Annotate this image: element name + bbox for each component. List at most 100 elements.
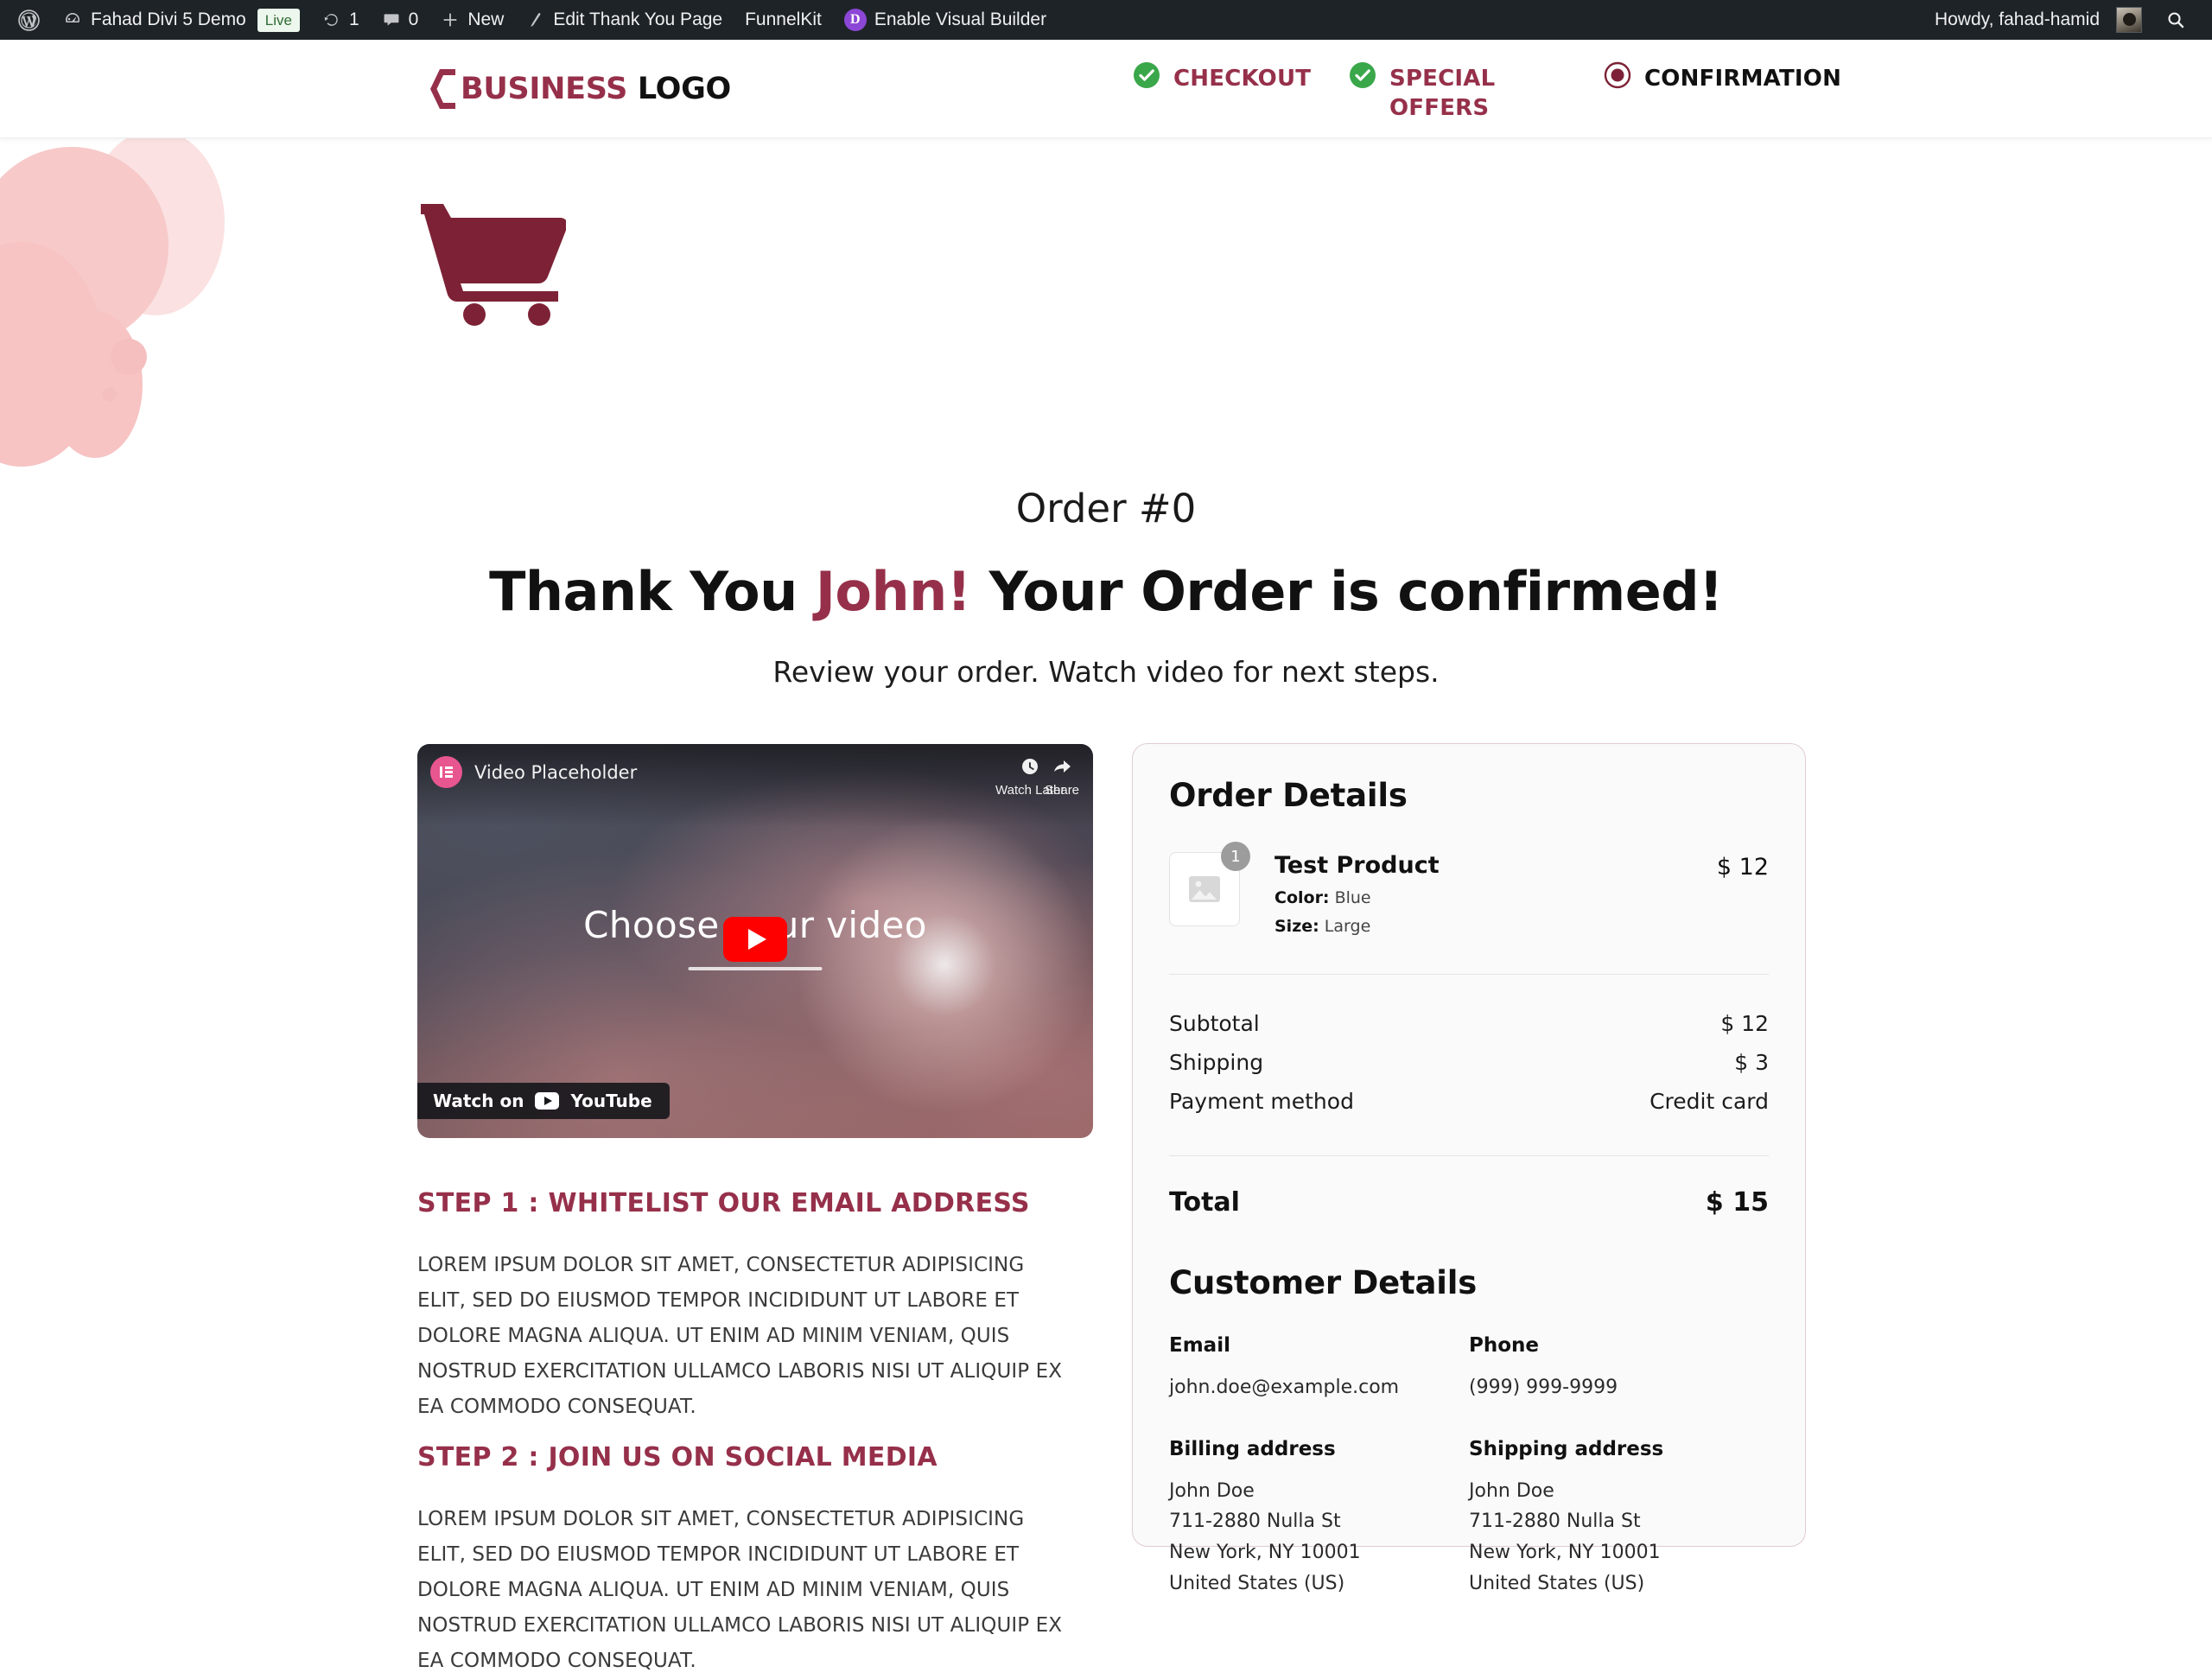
step-checkout[interactable]: CHECKOUT (1132, 59, 1348, 94)
funnelkit-menu[interactable]: FunnelKit (734, 0, 833, 40)
video-topbar (417, 744, 1093, 827)
product-thumbnail-wrap: 1 (1169, 842, 1250, 926)
hero-subheading: Review your order. Watch video for next … (772, 655, 1440, 689)
page-content: Order #0 Thank You John! Your Order is c… (0, 138, 2212, 1672)
elementor-icon (430, 756, 462, 788)
product-name: Test Product (1274, 852, 1440, 879)
new-content-menu[interactable]: New (429, 0, 515, 40)
video-text-before: Choose (583, 904, 732, 946)
plus-icon (441, 10, 460, 29)
logo-text-primary: BUSINESS (461, 71, 627, 106)
attr-size-value: Large (1324, 917, 1371, 936)
dashboard-icon (62, 10, 83, 30)
wordpress-logo-menu[interactable] (7, 0, 51, 40)
step-confirmation-label: CONFIRMATION (1644, 66, 1842, 92)
update-icon (322, 10, 341, 29)
radio-filled-icon (1603, 60, 1632, 94)
attr-size-label: Size: (1274, 917, 1319, 936)
check-circle-icon (1132, 60, 1161, 94)
share-button[interactable]: Share (1045, 756, 1079, 798)
payment-method-value: Credit card (1649, 1089, 1769, 1114)
watch-on-label: Watch on (433, 1091, 524, 1111)
grand-total-value: $ 15 (1705, 1187, 1769, 1218)
funnelkit-label: FunnelKit (745, 10, 822, 29)
shipping-label: Shipping (1169, 1050, 1264, 1075)
order-details-card: Order Details 1 Test Product Color: Blue (1132, 743, 1806, 1594)
thank-you-heading: Thank You John! Your Order is confirmed! (0, 560, 2212, 623)
checkout-steps: CHECKOUT SPECIAL OFFERS CONFIRMATION (1132, 59, 1841, 124)
edit-page-label: Edit Thank You Page (553, 10, 723, 29)
divi-icon: D (843, 9, 867, 31)
shipping-address-label: Shipping address (1469, 1437, 1664, 1460)
billing-address-label: Billing address (1169, 1437, 1336, 1460)
updates-count: 1 (348, 10, 359, 29)
step-2-title: STEP 2 : JOIN US ON SOCIAL MEDIA (417, 1442, 938, 1472)
step-1-body: LOREM IPSUM DOLOR SIT AMET, CONSECTETUR … (417, 1254, 1063, 1418)
customer-field-shipping: Shipping address John Doe 711-2880 Nulla… (1469, 1438, 1769, 1600)
customer-name: John! (815, 560, 971, 623)
pencil-icon (526, 10, 545, 29)
enable-visual-builder-button[interactable]: D Enable Visual Builder (833, 0, 1058, 40)
share-label: Share (1045, 783, 1080, 798)
phone-label: Phone (1469, 1334, 1540, 1357)
admin-bar-search-button[interactable] (2153, 0, 2198, 40)
site-header: BUSINESS LOGO CHECKOUT SPECIAL OFFERS CO… (0, 40, 2212, 138)
live-badge: Live (257, 8, 300, 32)
attr-color-label: Color: (1274, 888, 1330, 907)
step-1-title: STEP 1 : WHITELIST OUR EMAIL ADDRESS (417, 1188, 1030, 1218)
video-title: Video Placeholder (474, 762, 638, 783)
total-row: Payment method Credit card (1169, 1082, 1769, 1121)
order-details-heading: Order Details (1169, 777, 1408, 814)
business-logo[interactable]: BUSINESS LOGO (428, 67, 731, 111)
admin-bar-right-group: Howdy, fahad-hamid (1923, 0, 2212, 40)
video-text-after: ur video (775, 904, 927, 946)
subtotal-label: Subtotal (1169, 1011, 1260, 1036)
wordpress-icon (18, 9, 40, 31)
email-label: Email (1169, 1334, 1230, 1357)
admin-bar-left-group: Fahad Divi 5 Demo Live 1 0 New Edit Than… (0, 0, 1058, 40)
step-special-offers[interactable]: SPECIAL OFFERS (1348, 59, 1603, 124)
divider (1169, 974, 1769, 975)
clock-icon (1020, 756, 1040, 780)
order-number: Order #0 (1015, 486, 1197, 531)
wp-admin-bar: Fahad Divi 5 Demo Live 1 0 New Edit Than… (0, 0, 2212, 40)
comments-count: 0 (408, 10, 419, 29)
product-info: Test Product Color: Blue Size: Large (1274, 852, 1717, 936)
product-attribute-size: Size: Large (1274, 917, 1717, 936)
watch-on-youtube-button[interactable]: Watch on YouTube (417, 1083, 670, 1119)
youtube-play-icon[interactable] (723, 917, 787, 962)
thanks-suffix: Your Order is confirmed! (970, 560, 1724, 623)
step-2-body: LOREM IPSUM DOLOR SIT AMET, CONSECTETUR … (417, 1508, 1063, 1672)
comments-menu[interactable]: 0 (371, 0, 430, 40)
bracket-logo-icon (428, 67, 457, 111)
content-step-2: STEP 2 : JOIN US ON SOCIAL MEDIA LOREM I… (417, 1442, 1074, 1679)
youtube-brand-label: YouTube (570, 1091, 652, 1111)
grand-total-label: Total (1169, 1187, 1240, 1218)
video-player[interactable]: Video Placeholder Watch Later Share Choo… (417, 744, 1093, 1138)
customer-field-email: Email john.doe@example.com (1169, 1334, 1469, 1403)
updates-menu[interactable]: 1 (311, 0, 371, 40)
product-price: $ 12 (1716, 854, 1769, 881)
step-checkout-label: CHECKOUT (1173, 66, 1312, 92)
content-step-1: STEP 1 : WHITELIST OUR EMAIL ADDRESS LOR… (417, 1188, 1074, 1425)
payment-method-label: Payment method (1169, 1089, 1354, 1114)
site-name-menu[interactable]: Fahad Divi 5 Demo Live (51, 0, 311, 40)
howdy-label: Howdy, fahad-hamid (1934, 10, 2100, 29)
step-special-offers-label: SPECIAL OFFERS (1389, 66, 1496, 122)
attr-color-value: Blue (1334, 888, 1371, 907)
thanks-prefix: Thank You (489, 560, 816, 623)
logo-text: BUSINESS LOGO (461, 72, 731, 106)
visual-builder-label: Enable Visual Builder (874, 10, 1047, 29)
customer-details-heading: Customer Details (1169, 1264, 1478, 1301)
search-icon (2165, 10, 2186, 30)
shopping-cart-icon (417, 199, 569, 331)
shipping-address-value: John Doe 711-2880 Nulla St New York, NY … (1469, 1479, 1661, 1594)
my-account-menu[interactable]: Howdy, fahad-hamid (1923, 0, 2153, 40)
product-attribute-color: Color: Blue (1274, 888, 1717, 907)
customer-field-billing: Billing address John Doe 711-2880 Nulla … (1169, 1438, 1469, 1600)
edit-page-menu[interactable]: Edit Thank You Page (515, 0, 734, 40)
grand-total-row: Total $ 15 (1169, 1187, 1769, 1218)
order-line-item: 1 Test Product Color: Blue Size: Large $… (1169, 842, 1769, 936)
quantity-badge: 1 (1221, 842, 1250, 871)
step-confirmation[interactable]: CONFIRMATION (1603, 59, 1841, 94)
